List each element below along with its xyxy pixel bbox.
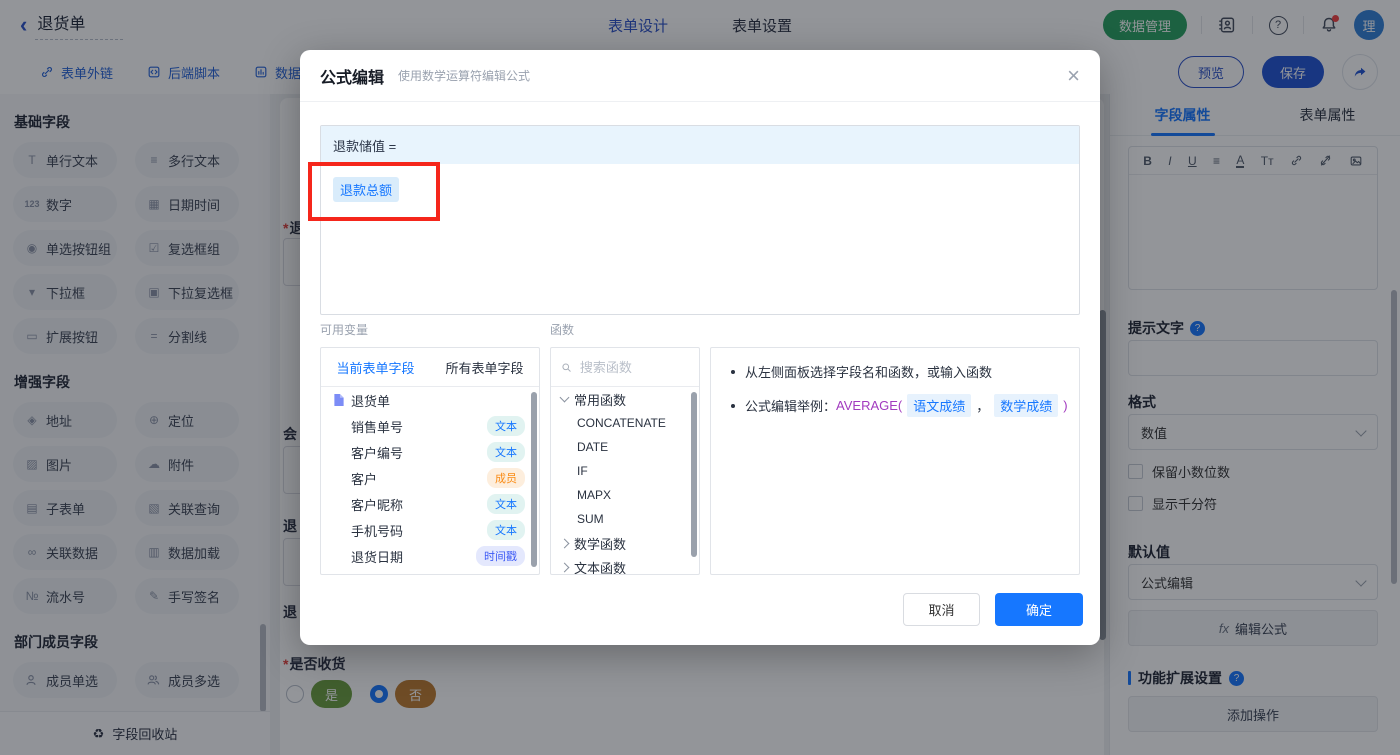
tip-line-2: 公式编辑举例： AVERAGE(语文成绩，数学成绩) [727, 394, 1068, 417]
search-icon [562, 362, 571, 372]
type-badge: 文本 [487, 442, 525, 462]
document-icon [333, 393, 345, 407]
variables-label: 可用变量 [320, 323, 369, 337]
function-item[interactable]: SUM [551, 507, 699, 531]
formula-target-label: 退款储值 = [333, 138, 397, 154]
group-label: 数学函数 [574, 536, 627, 552]
cancel-button[interactable]: 取消 [903, 593, 980, 626]
variables-scrollbar[interactable] [531, 392, 537, 567]
app-screen: ‹ 退货单 表单设计 表单设置 数据管理 ? 理 表单外链 后端脚本 数据权 预… [0, 0, 1400, 755]
close-icon[interactable]: × [1067, 64, 1080, 87]
function-item[interactable]: MAPX [551, 483, 699, 507]
formula-editor-box[interactable]: 退款储值 = 退款总额 [320, 125, 1080, 315]
variable-row[interactable]: 退货日期 时间戳 [321, 543, 539, 569]
tips-panel: 从左侧面板选择字段名和函数，或输入函数 公式编辑举例： AVERAGE(语文成绩，… [710, 347, 1080, 575]
variable-name: 客户编号 [351, 445, 404, 461]
form-tree-root[interactable]: 退货单 [321, 387, 539, 413]
formula-field-chip[interactable]: 退款总额 [333, 177, 400, 202]
variable-row[interactable]: 手机号码 文本 [321, 517, 539, 543]
example-chip: 语文成绩 [907, 394, 972, 417]
chevron-right-icon [559, 538, 570, 548]
form-tree-label: 退货单 [351, 393, 391, 409]
function-search[interactable] [551, 348, 699, 387]
type-badge: 文本 [487, 520, 525, 540]
variable-row[interactable]: 客户昵称 文本 [321, 491, 539, 517]
type-badge: 成员 [487, 468, 525, 488]
chevron-right-icon [559, 562, 570, 572]
bullet-icon [731, 369, 735, 374]
example-chip: 数学成绩 [994, 394, 1059, 417]
example-function-open: AVERAGE( [836, 398, 903, 413]
type-badge: 时间戳 [476, 546, 525, 566]
modal-title: 公式编辑 [320, 69, 385, 87]
confirm-button[interactable]: 确定 [995, 593, 1083, 626]
variable-row[interactable]: 客户 成员 [321, 465, 539, 491]
function-item[interactable]: CONCATENATE [551, 411, 699, 435]
tab-current-form-fields[interactable]: 当前表单字段 [321, 348, 430, 386]
bullet-icon [731, 403, 735, 408]
group-label: 文本函数 [574, 560, 627, 575]
group-label: 常用函数 [574, 392, 627, 408]
variable-name: 退货日期 [351, 549, 404, 565]
tip-line-1: 从左侧面板选择字段名和函数，或输入函数 [727, 362, 1063, 381]
variable-row[interactable]: 客户编号 文本 [321, 439, 539, 465]
functions-panel: 常用函数 CONCATENATE DATE IF MAPX SUM 数学函数 文… [550, 347, 700, 575]
variable-name: 客户昵称 [351, 497, 404, 513]
example-function-close: ) [1063, 398, 1068, 413]
variable-name: 销售单号 [351, 419, 404, 435]
variable-row[interactable]: 销售单号 文本 [321, 413, 539, 439]
type-badge: 文本 [487, 494, 525, 514]
function-group-common[interactable]: 常用函数 [551, 387, 699, 411]
function-group-text[interactable]: 文本函数 [551, 555, 699, 575]
variables-tabs: 当前表单字段 所有表单字段 [321, 348, 539, 387]
variable-name: 客户 [351, 471, 378, 487]
functions-label: 函数 [550, 323, 575, 337]
function-item[interactable]: IF [551, 459, 699, 483]
formula-target-strip: 退款储值 = [321, 126, 1079, 164]
variables-panel: 当前表单字段 所有表单字段 退货单 销售单号 文本 客户编号 文本 客户 成员 客户昵… [320, 347, 540, 575]
tab-all-form-fields[interactable]: 所有表单字段 [430, 348, 539, 386]
function-item[interactable]: DATE [551, 435, 699, 459]
modal-header: 公式编辑 使用数学运算符编辑公式 × [300, 50, 1100, 102]
functions-scrollbar[interactable] [691, 392, 697, 557]
modal-subtitle: 使用数学运算符编辑公式 [398, 69, 531, 83]
type-badge: 文本 [487, 416, 525, 436]
function-group-math[interactable]: 数学函数 [551, 531, 699, 555]
variable-name: 手机号码 [351, 523, 404, 539]
chevron-down-icon [559, 392, 570, 403]
function-search-input[interactable] [577, 358, 689, 376]
formula-edit-modal: 公式编辑 使用数学运算符编辑公式 × 退款储值 = 退款总额 可用变量 函数 当… [300, 50, 1100, 645]
